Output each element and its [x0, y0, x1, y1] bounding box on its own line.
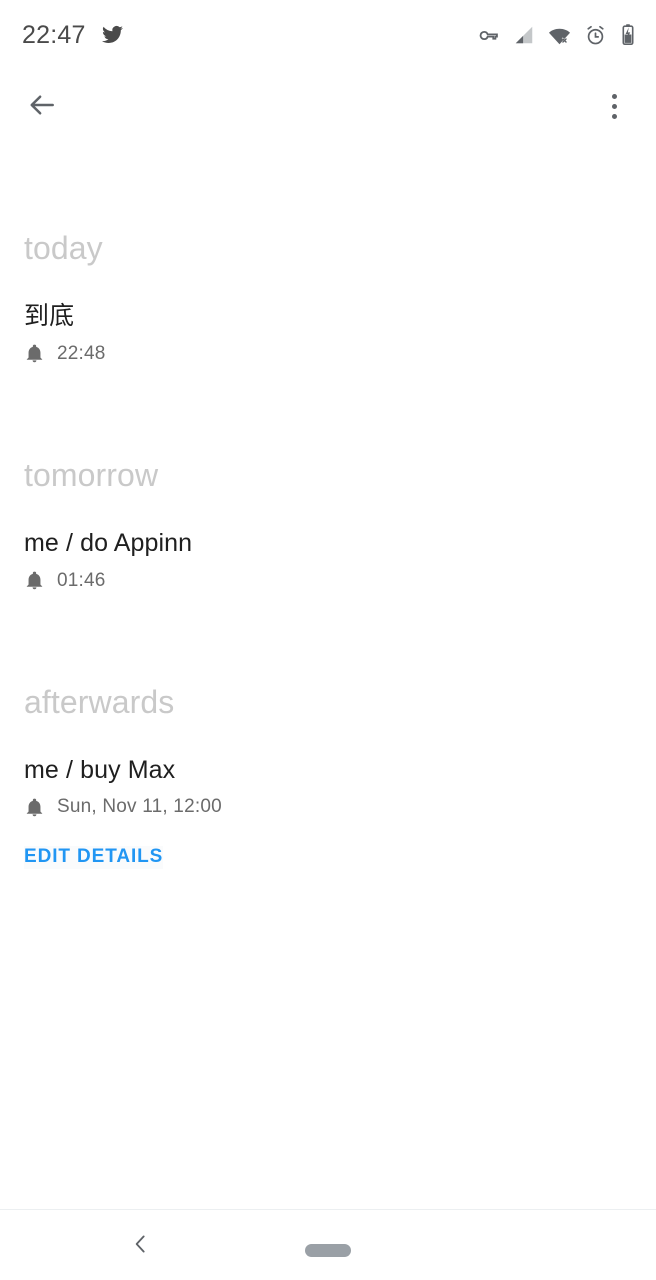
task-item[interactable]: me / buy Max Sun, Nov 11, 12:00 EDIT DET…	[24, 756, 632, 870]
status-bar-right	[477, 23, 636, 47]
section-header-afterwards: afterwards	[24, 683, 175, 720]
system-home-pill[interactable]	[305, 1244, 351, 1257]
twitter-notification-icon	[100, 23, 124, 47]
task-reminder: Sun, Nov 11, 12:00	[24, 796, 632, 818]
back-button[interactable]	[18, 82, 66, 130]
chevron-left-icon	[128, 1231, 154, 1262]
task-reminder-text: 01:46	[57, 569, 106, 591]
task-title: 到底	[24, 302, 75, 330]
section-header-tomorrow: tomorrow	[24, 456, 159, 493]
section-header-today: today	[24, 230, 103, 266]
task-item[interactable]: 到底 22:48	[24, 302, 632, 365]
bell-icon	[24, 343, 45, 364]
task-list: today 到底 22:48 tomorrow me / do Appinn 0…	[0, 232, 656, 870]
task-reminder-text: Sun, Nov 11, 12:00	[57, 796, 222, 818]
wifi-off-icon	[548, 24, 571, 47]
task-title: me / do Appinn	[24, 528, 193, 557]
battery-charging-icon	[620, 23, 636, 47]
system-navigation-bar	[0, 1209, 656, 1280]
vpn-key-icon	[477, 24, 500, 47]
section-today: today 到底 22:48	[0, 232, 656, 365]
system-back-button[interactable]	[124, 1229, 158, 1263]
status-bar-clock: 22:47	[22, 20, 86, 49]
cellular-signal-icon	[513, 24, 535, 46]
status-bar: 22:47	[0, 0, 656, 70]
bell-icon	[24, 570, 45, 591]
overflow-menu-button[interactable]	[590, 82, 638, 130]
task-reminder: 01:46	[24, 570, 632, 592]
task-reminder-text: 22:48	[57, 342, 106, 364]
bell-icon	[24, 797, 45, 818]
arrow-back-icon	[26, 89, 58, 124]
more-vert-icon	[611, 93, 617, 119]
task-item[interactable]: me / do Appinn 01:46	[24, 529, 632, 592]
task-title: me / buy Max	[24, 755, 176, 784]
alarm-clock-icon	[584, 24, 607, 47]
section-tomorrow: tomorrow me / do Appinn 01:46	[0, 459, 656, 592]
app-bar	[0, 70, 656, 142]
section-afterwards: afterwards me / buy Max Sun, Nov 11, 12:…	[0, 686, 656, 870]
status-bar-left: 22:47	[22, 20, 124, 49]
task-reminder: 22:48	[24, 343, 632, 365]
edit-details-button[interactable]: EDIT DETAILS	[24, 846, 164, 870]
